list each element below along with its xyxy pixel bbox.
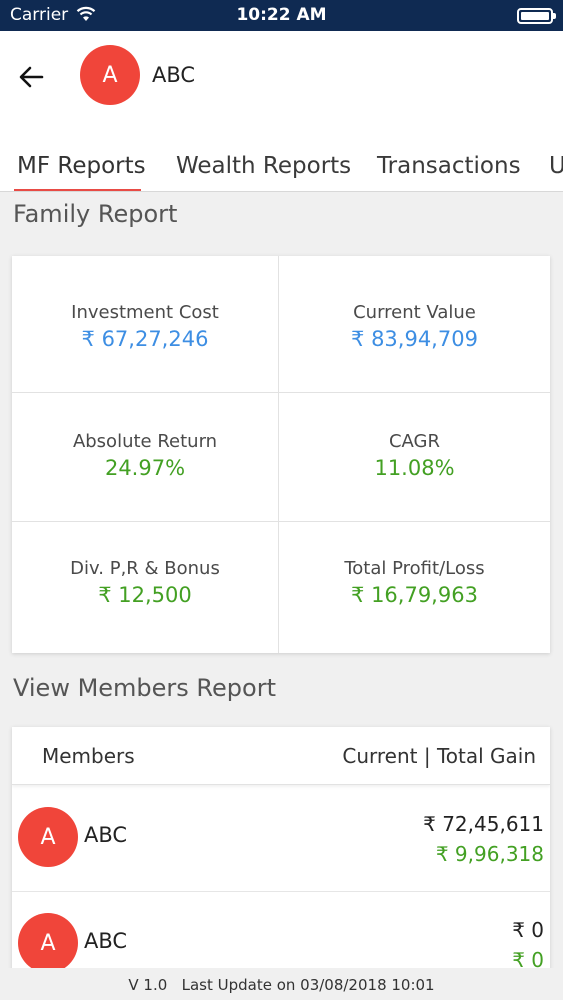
tab-transactions[interactable]: Transactions	[377, 153, 521, 179]
member-current-value: ₹ 72,45,611	[423, 812, 544, 836]
tab-wealth-reports[interactable]: Wealth Reports	[176, 153, 351, 179]
metric-absolute-return: Absolute Return 24.97%	[12, 431, 278, 480]
metric-investment-cost: Investment Cost ₹ 67,27,246	[12, 302, 278, 351]
member-name: ABC	[84, 823, 128, 847]
members-table-header: Members Current | Total Gain	[12, 727, 550, 785]
metric-label: Total Profit/Loss	[344, 558, 485, 579]
column-header-members: Members	[42, 744, 135, 768]
avatar: A	[18, 913, 78, 973]
metric-value: ₹ 83,94,709	[351, 327, 478, 351]
metric-value: 11.08%	[374, 456, 455, 480]
avatar: A	[80, 45, 140, 105]
last-update: Last Update on 03/08/2018 10:01	[181, 976, 435, 994]
member-current-value: ₹ 0	[512, 918, 544, 942]
version-footer: V 1.0 Last Update on 03/08/2018 10:01	[0, 968, 563, 1000]
metric-total-profit-loss: Total Profit/Loss ₹ 16,79,963	[279, 558, 550, 607]
status-bar: Carrier 10:22 AM	[0, 0, 563, 31]
member-total-gain: ₹ 9,96,318	[435, 842, 544, 866]
metric-value: ₹ 16,79,963	[351, 583, 478, 607]
card-divider	[12, 392, 550, 393]
avatar: A	[18, 807, 78, 867]
metric-dividend-bonus: Div. P,R & Bonus ₹ 12,500	[12, 558, 278, 607]
app-version: V 1.0	[128, 976, 168, 994]
user-name: ABC	[152, 63, 196, 87]
metric-current-value: Current Value ₹ 83,94,709	[279, 302, 550, 351]
metric-cagr: CAGR 11.08%	[279, 431, 550, 480]
members-report-card: Members Current | Total Gain A ABC ₹ 72,…	[12, 727, 550, 1000]
report-tabs: MF Reports Wealth Reports Transactions U	[0, 149, 563, 192]
app-header: A ABC MF Reports Wealth Reports Transact…	[0, 31, 563, 192]
metric-value: ₹ 67,27,246	[81, 327, 209, 351]
tab-mf-reports[interactable]: MF Reports	[17, 153, 146, 179]
tab-partial[interactable]: U	[549, 153, 563, 179]
metric-label: Current Value	[353, 302, 476, 323]
metric-value: 24.97%	[104, 456, 186, 480]
metric-value: ₹ 12,500	[98, 583, 192, 607]
metric-label: Absolute Return	[72, 431, 218, 452]
back-arrow-icon[interactable]	[16, 61, 48, 93]
family-report-card: Investment Cost ₹ 67,27,246 Current Valu…	[12, 256, 550, 653]
status-time: 10:22 AM	[236, 5, 327, 25]
metric-label: CAGR	[388, 431, 441, 452]
member-row[interactable]: A ABC ₹ 72,45,611 ₹ 9,96,318	[12, 785, 550, 891]
members-report-title: View Members Report	[13, 674, 276, 702]
family-report-title: Family Report	[13, 200, 178, 228]
member-name: ABC	[84, 929, 128, 953]
battery-icon	[517, 8, 556, 24]
card-divider	[12, 521, 550, 522]
metric-label: Investment Cost	[71, 302, 219, 323]
header-divider	[0, 191, 563, 192]
metric-label: Div. P,R & Bonus	[70, 558, 220, 579]
column-header-values: Current | Total Gain	[342, 744, 536, 768]
